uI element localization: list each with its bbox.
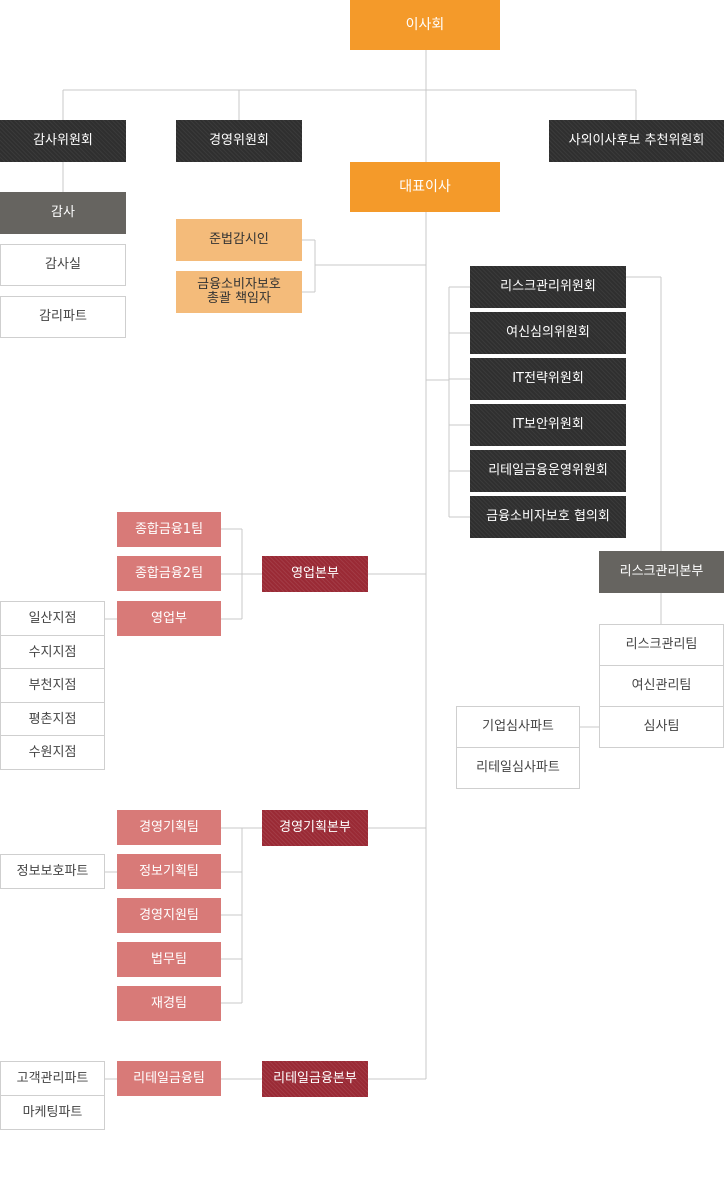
planning-team-box: 경영기획팀 bbox=[117, 810, 221, 845]
consumer-protection-line2: 총괄 책임자 bbox=[207, 291, 271, 306]
branch-ilsan: 일산지점 bbox=[0, 601, 105, 636]
support-team-box: 경영지원팀 bbox=[117, 898, 221, 933]
ceo-box: 대표이사 bbox=[350, 162, 500, 212]
marketing-part-box: 마케팅파트 bbox=[0, 1095, 105, 1130]
sales-division-box: 영업본부 bbox=[262, 556, 368, 592]
compliance-officer-box: 준법감시인 bbox=[176, 219, 302, 261]
sales-team-1-box: 종합금융1팀 bbox=[117, 512, 221, 547]
sales-team-2-box: 종합금융2팀 bbox=[117, 556, 221, 591]
audit-committee-box: 감사위원회 bbox=[0, 120, 126, 162]
credit-management-team-box: 여신관리팀 bbox=[599, 665, 724, 707]
branch-bucheon: 부천지점 bbox=[0, 668, 105, 703]
nomination-committee-box: 사외이사후보 추천위원회 bbox=[549, 120, 724, 162]
branch-pyeongchon: 평촌지점 bbox=[0, 702, 105, 737]
info-protection-part-box: 정보보호파트 bbox=[0, 854, 105, 889]
legal-team-box: 법무팀 bbox=[117, 942, 221, 977]
sales-dept-box: 영업부 bbox=[117, 601, 221, 636]
audit-box: 감사 bbox=[0, 192, 126, 234]
committee-risk-management: 리스크관리위원회 bbox=[470, 266, 626, 308]
customer-part-box: 고객관리파트 bbox=[0, 1061, 105, 1096]
finance-team-box: 재경팀 bbox=[117, 986, 221, 1021]
consumer-protection-officer-box: 금융소비자보호 총괄 책임자 bbox=[176, 271, 302, 313]
corporate-review-part-box: 기업심사파트 bbox=[456, 706, 580, 748]
planning-division-box: 경영기획본부 bbox=[262, 810, 368, 846]
committee-credit-review: 여신심의위원회 bbox=[470, 312, 626, 354]
risk-team-box: 리스크관리팀 bbox=[599, 624, 724, 666]
retail-review-part-box: 리테일심사파트 bbox=[456, 747, 580, 789]
committee-consumer-protection: 금융소비자보호 협의회 bbox=[470, 496, 626, 538]
board-box: 이사회 bbox=[350, 0, 500, 50]
branch-suji: 수지지점 bbox=[0, 635, 105, 670]
consumer-protection-line1: 금융소비자보호 bbox=[197, 277, 281, 292]
risk-division-box: 리스크관리본부 bbox=[599, 551, 724, 593]
retail-team-box: 리테일금융팀 bbox=[117, 1061, 221, 1096]
management-committee-box: 경영위원회 bbox=[176, 120, 302, 162]
info-planning-team-box: 정보기획팀 bbox=[117, 854, 221, 889]
review-team-box: 심사팀 bbox=[599, 706, 724, 748]
committee-retail-finance: 리테일금융운영위원회 bbox=[470, 450, 626, 492]
inspection-part-box: 감리파트 bbox=[0, 296, 126, 338]
audit-office-box: 감사실 bbox=[0, 244, 126, 286]
committee-it-security: IT보안위원회 bbox=[470, 404, 626, 446]
branch-suwon: 수원지점 bbox=[0, 735, 105, 770]
committee-it-strategy: IT전략위원회 bbox=[470, 358, 626, 400]
retail-division-box: 리테일금융본부 bbox=[262, 1061, 368, 1097]
